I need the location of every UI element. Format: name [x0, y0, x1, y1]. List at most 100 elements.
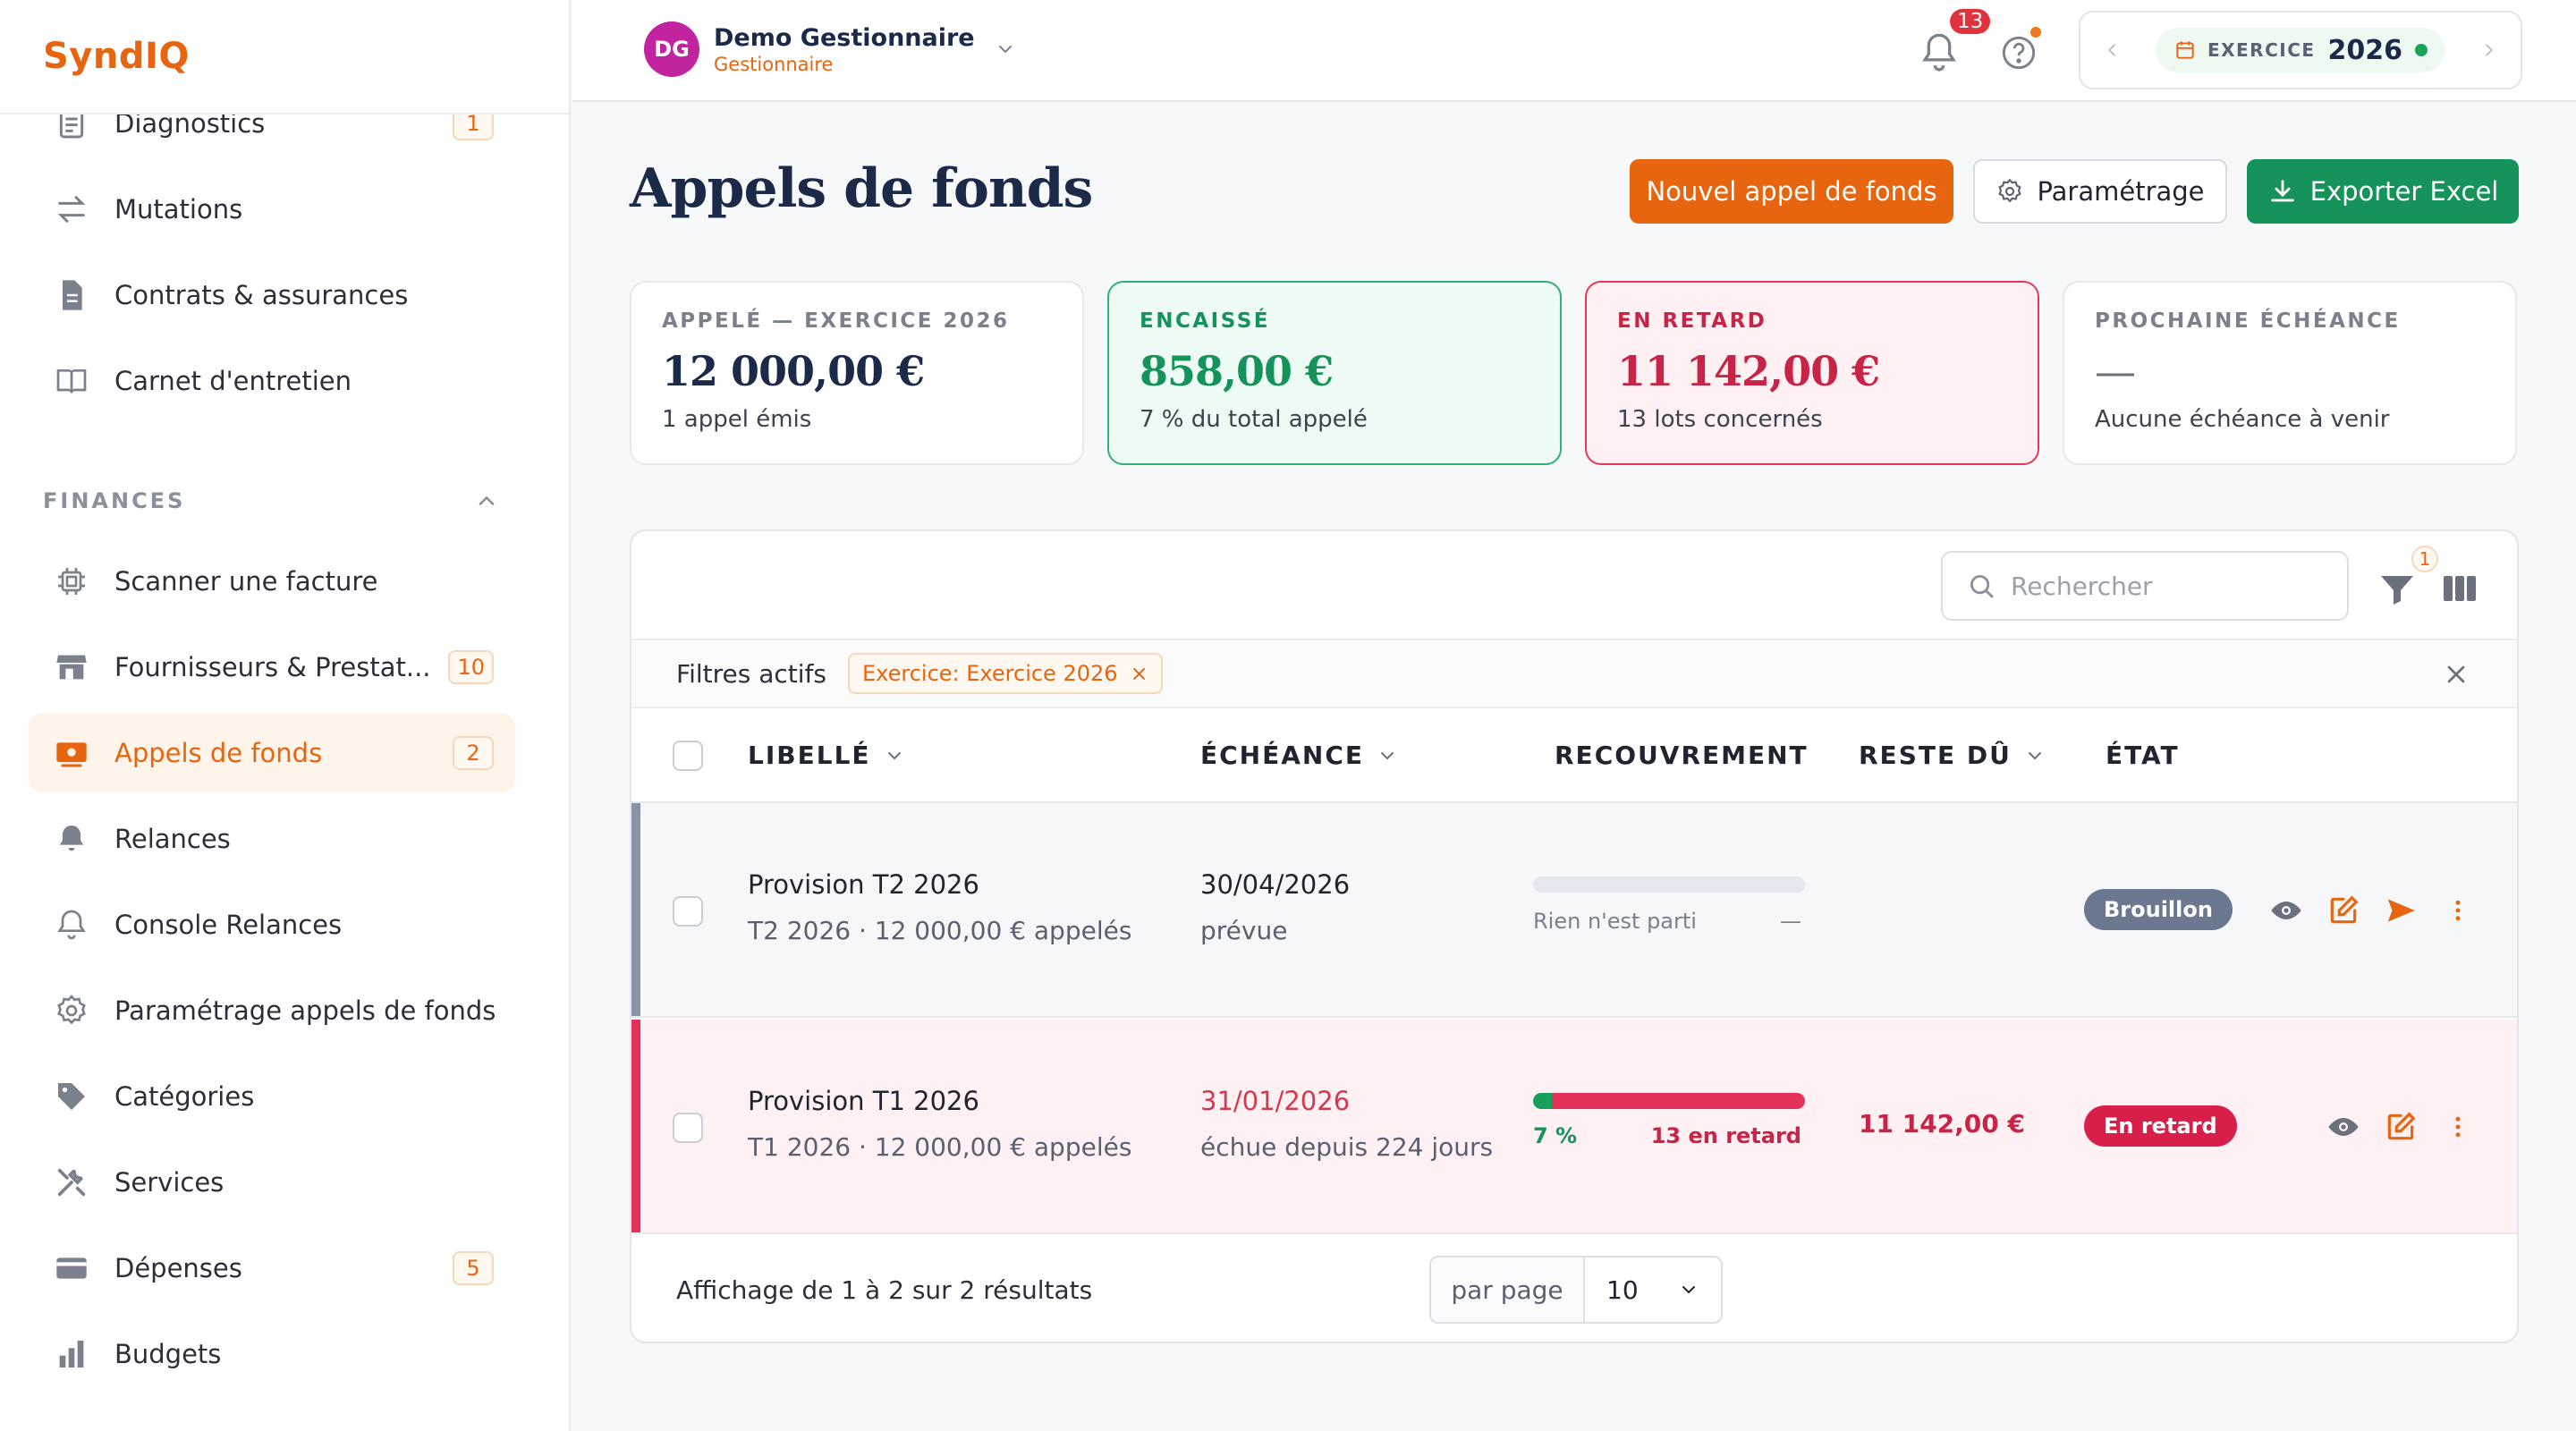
- row-due-note: prévue: [1200, 916, 1288, 945]
- per-page-select[interactable]: 10: [1585, 1275, 1721, 1305]
- exercise-pill[interactable]: EXERCICE 2026: [2155, 28, 2446, 72]
- table-footer: Affichage de 1 à 2 sur 2 résultats par p…: [631, 1236, 2517, 1342]
- sidebar-item-services[interactable]: Services: [29, 1143, 515, 1222]
- sidebar-item-categories[interactable]: Catégories: [29, 1057, 515, 1136]
- kpi-value: 858,00 €: [1140, 347, 1334, 395]
- table-row[interactable]: Provision T2 2026 T2 2026 · 12 000,00 € …: [631, 803, 2517, 1018]
- notifications-count-badge: 13: [1950, 9, 1991, 34]
- filter-chip-exercise[interactable]: Exercice: Exercice 2026 ×: [847, 653, 1163, 694]
- settings-button[interactable]: Paramétrage: [1973, 159, 2227, 224]
- kpi-value: —: [2095, 347, 2136, 395]
- kpi-card-next-due: PROCHAINE ÉCHÉANCE — Aucune échéance à v…: [2063, 281, 2517, 465]
- search-input[interactable]: [2011, 571, 2333, 601]
- arrows-exchange-icon: [52, 190, 91, 229]
- kpi-subtext: Aucune échéance à venir: [2095, 406, 2390, 433]
- status-badge: Brouillon: [2084, 889, 2233, 930]
- sidebar-item-carnet[interactable]: Carnet d'entretien: [29, 342, 515, 420]
- filter-chip-label: Exercice: Exercice 2026: [861, 661, 1118, 686]
- sidebar-item-budgets[interactable]: Budgets: [29, 1315, 515, 1393]
- sidebar-item-label: Carnet d'entretien: [114, 366, 352, 396]
- sidebar-item-relances[interactable]: Relances: [29, 800, 515, 878]
- edit-icon[interactable]: [2381, 1107, 2420, 1147]
- view-eye-icon[interactable]: [2267, 891, 2306, 930]
- select-all-checkbox[interactable]: [673, 741, 703, 771]
- sidebar-item-depenses[interactable]: Dépenses 5: [29, 1229, 515, 1308]
- sidebar-item-contrats[interactable]: Contrats & assurances: [29, 256, 515, 334]
- kpi-value: 12 000,00 €: [662, 347, 925, 395]
- column-header-label: LIBELLÉ: [748, 741, 871, 770]
- per-page-selector: par page 10: [1429, 1256, 1723, 1324]
- brand-logo[interactable]: SyndIQ: [0, 0, 569, 114]
- sidebar-item-appels-de-fonds[interactable]: Appels de fonds 2: [29, 714, 515, 792]
- notifications-bell-icon[interactable]: [1914, 27, 1964, 77]
- sidebar-badge: 10: [448, 650, 494, 684]
- table-header: LIBELLÉ ÉCHÉANCE RECOUVREMENT RESTE DÛ É…: [631, 708, 2517, 803]
- kpi-subtext: 1 appel émis: [662, 406, 812, 433]
- sidebar-item-label: Services: [114, 1167, 225, 1198]
- columns-icon[interactable]: [2438, 567, 2481, 610]
- chevron-up-icon: [479, 495, 495, 505]
- filter-icon[interactable]: [2376, 567, 2419, 610]
- help-indicator-dot: [2030, 27, 2041, 38]
- send-icon[interactable]: [2381, 891, 2420, 930]
- status-badge: En retard: [2084, 1105, 2237, 1147]
- sidebar-item-fournisseurs[interactable]: Fournisseurs & Prestat... 10: [29, 628, 515, 707]
- row-subtitle: T1 2026 · 12 000,00 € appelés: [748, 1132, 1132, 1162]
- sidebar-item-console-relances[interactable]: Console Relances: [29, 885, 515, 964]
- sidebar-item-mutations[interactable]: Mutations: [29, 170, 515, 249]
- remove-filter-icon[interactable]: ×: [1131, 661, 1148, 686]
- recovery-progress-fill: [1533, 1093, 1553, 1109]
- recovery-left-label: 7 %: [1533, 1123, 1578, 1148]
- chevron-left-icon[interactable]: [2098, 37, 2125, 64]
- sidebar-item-label: Scanner une facture: [114, 566, 378, 597]
- search-box[interactable]: [1941, 551, 2349, 621]
- late-progress-fill: [1552, 1093, 1805, 1109]
- sidebar-item-label: Relances: [114, 824, 231, 854]
- sidebar-item-scanner[interactable]: Scanner une facture: [29, 542, 515, 621]
- gear-icon: [1998, 178, 2022, 203]
- column-header-echeance[interactable]: ÉCHÉANCE: [1200, 741, 1398, 770]
- export-excel-button[interactable]: Exporter Excel: [2247, 159, 2519, 224]
- column-header-recouvrement: RECOUVREMENT: [1555, 741, 1809, 770]
- kpi-label: EN RETARD: [1617, 309, 1767, 333]
- scanner-chip-icon: [52, 562, 91, 601]
- table-row[interactable]: Provision T1 2026 T1 2026 · 12 000,00 € …: [631, 1020, 2517, 1234]
- bell-filled-icon: [52, 819, 91, 859]
- chevron-down-icon: [998, 46, 1012, 54]
- credit-card-icon: [52, 1249, 91, 1288]
- exercise-selector: EXERCICE 2026: [2079, 11, 2522, 89]
- new-call-button[interactable]: Nouvel appel de fonds: [1630, 159, 1953, 224]
- row-checkbox[interactable]: [673, 1113, 703, 1143]
- column-header-label: ÉTAT: [2106, 741, 2180, 770]
- column-header-label: RESTE DÛ: [1859, 741, 2012, 770]
- chevron-right-icon[interactable]: [2476, 37, 2503, 64]
- exercise-label: EXERCICE: [2207, 39, 2316, 61]
- store-icon: [52, 648, 91, 687]
- sidebar-item-parametrage[interactable]: Paramétrage appels de fonds: [29, 971, 515, 1050]
- column-header-libelle[interactable]: LIBELLÉ: [748, 741, 905, 770]
- row-checkbox[interactable]: [673, 896, 703, 927]
- edit-icon[interactable]: [2324, 891, 2363, 930]
- tools-icon: [52, 1163, 91, 1202]
- sidebar-section-finances[interactable]: FINANCES: [43, 488, 499, 513]
- sidebar-badge: 5: [453, 1251, 494, 1285]
- user-menu[interactable]: DG Demo Gestionnaire Gestionnaire: [644, 21, 1016, 77]
- sidebar-item-label: Dépenses: [114, 1253, 242, 1283]
- user-name: Demo Gestionnaire: [714, 23, 975, 52]
- document-icon: [52, 275, 91, 315]
- row-remaining: 11 142,00 €: [1859, 1109, 2025, 1139]
- close-icon[interactable]: [2442, 660, 2470, 689]
- recovery-right-label: —: [1780, 909, 1801, 934]
- more-options-icon[interactable]: [2438, 891, 2478, 930]
- column-header-reste-du[interactable]: RESTE DÛ: [1859, 741, 2046, 770]
- view-eye-icon[interactable]: [2324, 1107, 2363, 1147]
- sidebar-item-label: Fournisseurs & Prestat...: [114, 652, 431, 682]
- row-due-date: 30/04/2026: [1200, 869, 1351, 900]
- row-subtitle: T2 2026 · 12 000,00 € appelés: [748, 916, 1132, 945]
- per-page-label: par page: [1431, 1257, 1585, 1322]
- more-options-icon[interactable]: [2438, 1107, 2478, 1147]
- recovery-left-label: Rien n'est parti: [1533, 909, 1697, 934]
- sidebar-item-label: Mutations: [114, 194, 243, 224]
- exercise-active-dot: [2415, 44, 2428, 56]
- sidebar-item-label: Budgets: [114, 1339, 222, 1369]
